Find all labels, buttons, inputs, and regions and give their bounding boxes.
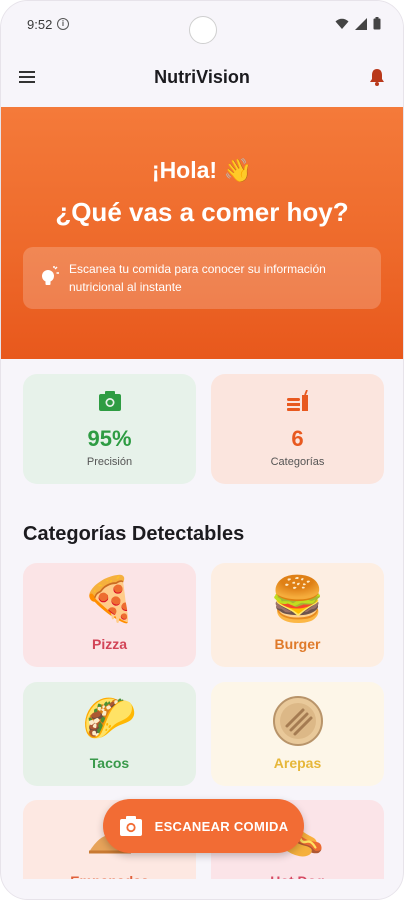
camera-cutout [189, 16, 217, 44]
scan-food-button[interactable]: ESCANEAR COMIDA [103, 799, 304, 853]
taco-icon: 🌮 [82, 694, 137, 743]
status-icons [335, 17, 381, 30]
app-title: NutriVision [154, 67, 250, 87]
categories-label: Categorías [270, 456, 325, 468]
fastfood-icon [286, 390, 308, 411]
wifi-icon [335, 18, 349, 29]
category-card-arepas[interactable]: Arepas [211, 682, 384, 786]
category-card-pizza[interactable]: 🍕 Pizza [23, 563, 196, 667]
section-title: Categorías Detectables [23, 523, 245, 545]
hero-banner: ¡Hola! 👋 ¿Qué vas a comer hoy? Escanea t… [1, 107, 403, 359]
precision-label: Precisión [86, 456, 133, 468]
category-card-burger[interactable]: 🍔 Burger [211, 563, 384, 667]
lightbulb-icon [42, 266, 59, 285]
app-screen: 9:52 i NutriVision ¡Hola! 👋 ¿Qué vas a c… [0, 0, 404, 900]
notification-bell-icon[interactable] [367, 67, 387, 87]
camera-icon [98, 391, 121, 411]
precision-stat-card: 95% Precisión [23, 374, 196, 484]
navigation-bar-area [1, 879, 403, 899]
hero-question: ¿Qué vas a comer hoy? [55, 197, 349, 227]
category-label: Pizza [91, 636, 127, 652]
categories-stat-card: 6 Categorías [211, 374, 384, 484]
app-bar: NutriVision [1, 49, 403, 107]
info-icon: i [57, 18, 69, 30]
category-label: Burger [274, 636, 321, 652]
hero-greeting: ¡Hola! 👋 [151, 157, 253, 183]
signal-icon [355, 17, 367, 30]
pizza-icon: 🍕 [82, 575, 137, 624]
category-card-tacos[interactable]: 🌮 Tacos [23, 682, 196, 786]
category-label: Tacos [89, 755, 130, 771]
battery-icon [373, 17, 381, 30]
camera-icon [119, 816, 142, 836]
status-time: 9:52 [27, 17, 53, 32]
tip-text: Escanea tu comida para conocer su inform… [69, 262, 326, 294]
tip-box: Escanea tu comida para conocer su inform… [23, 247, 381, 309]
status-bar: 9:52 i [1, 1, 403, 49]
categories-value: 6 [291, 426, 304, 451]
arepa-icon [272, 696, 323, 746]
burger-icon: 🍔 [270, 575, 325, 624]
scan-food-label: ESCANEAR COMIDA [154, 818, 289, 834]
category-label: Arepas [273, 755, 322, 771]
precision-value: 95% [87, 426, 132, 451]
